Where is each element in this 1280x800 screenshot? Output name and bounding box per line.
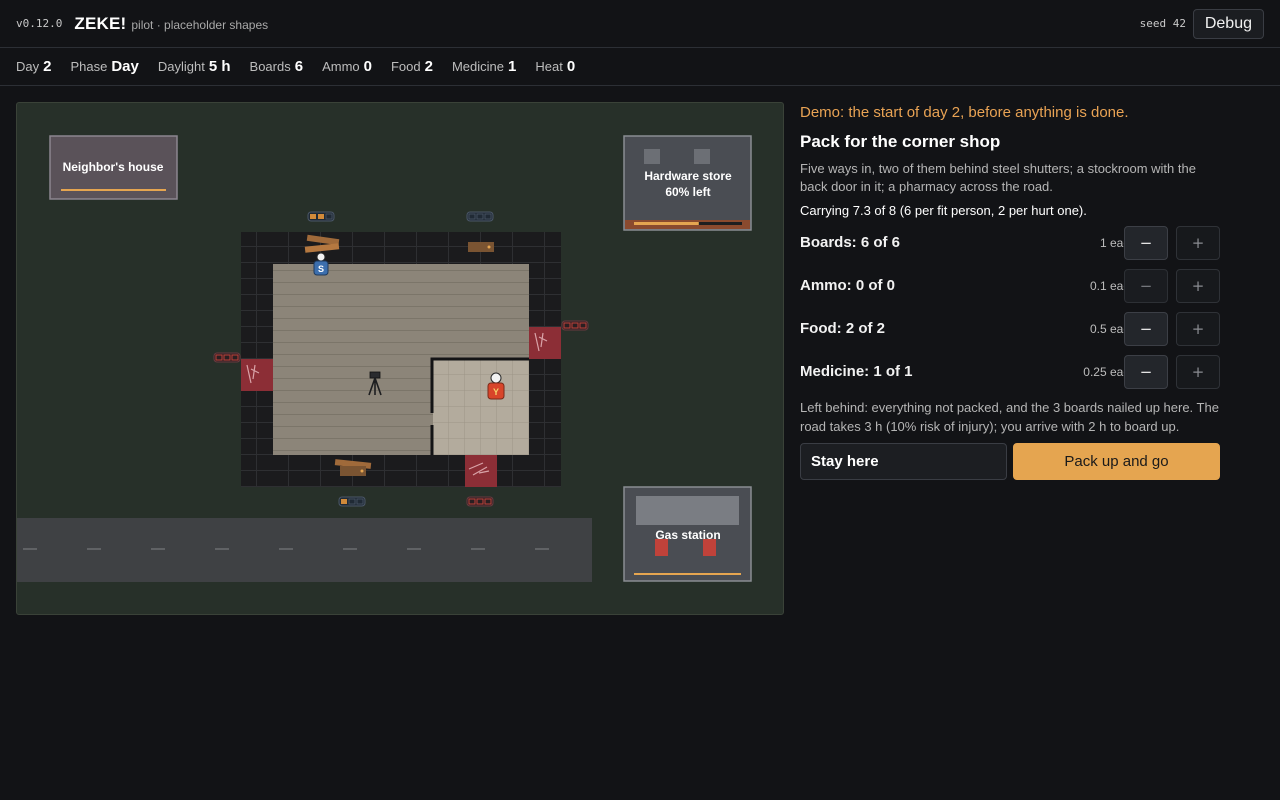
stat-ammo: Ammo 0 xyxy=(322,58,372,75)
pack-item-medicine: Medicine: 1 of 1 0.25 each − + xyxy=(800,351,1220,394)
pack-item-boards: Boards: 6 of 6 1 each − + xyxy=(800,222,1220,265)
road xyxy=(17,518,592,582)
entry-indicator-north-2 xyxy=(466,211,494,222)
survivor-y-label: Y xyxy=(493,387,499,397)
stat-value: 1 xyxy=(508,58,517,75)
ammo-increase-button[interactable]: + xyxy=(1176,269,1220,303)
stat-label: Day xyxy=(16,59,40,74)
pack-item-ammo: Ammo: 0 of 0 0.1 each − + xyxy=(800,265,1220,308)
medicine-decrease-button[interactable]: − xyxy=(1124,355,1168,389)
boards-decrease-button[interactable]: − xyxy=(1124,226,1168,260)
stat-boards: Boards 6 xyxy=(250,58,304,75)
entry-indicator-south-1 xyxy=(338,496,366,507)
stat-value: 5 h xyxy=(208,58,231,75)
carry-capacity: Carrying 7.3 of 8 (6 per fit person, 2 p… xyxy=(800,203,1087,218)
item-label: Ammo: 0 of 0 xyxy=(800,277,896,294)
stockroom-floor xyxy=(433,359,529,455)
seed-label: seed 42 xyxy=(1139,17,1186,30)
demo-notice: Demo: the start of day 2, before anythin… xyxy=(800,104,1129,121)
food-decrease-button[interactable]: − xyxy=(1124,312,1168,346)
stat-daylight: Daylight 5 h xyxy=(158,58,231,75)
stat-label: Ammo xyxy=(322,59,360,74)
item-label: Medicine: 1 of 1 xyxy=(800,363,913,380)
stat-label: Phase xyxy=(70,59,108,74)
status-bar: Day 2 Phase Day Daylight 5 h Boards 6 Ammo 0 … xyxy=(0,48,1280,86)
stat-value: 0 xyxy=(566,58,576,75)
door-north[interactable] xyxy=(468,242,494,252)
shelter-building xyxy=(241,232,561,487)
game-map[interactable]: S Y Neighbor's house Hardware store 60% … xyxy=(16,102,784,615)
breach-south[interactable] xyxy=(465,455,497,487)
stat-value: Day xyxy=(111,58,139,75)
item-label: Boards: 6 of 6 xyxy=(800,234,901,251)
panel-title: Pack for the corner shop xyxy=(800,132,1001,151)
hardware-store-stock: 60% left xyxy=(665,185,710,199)
stat-value: 2 xyxy=(424,58,433,75)
neighbors-house-label: Neighbor's house xyxy=(63,160,164,174)
stat-value: 2 xyxy=(43,58,52,75)
top-bar: v0.12.0 ZEKE! pilot · placeholder shapes… xyxy=(0,0,1280,48)
medicine-increase-button[interactable]: + xyxy=(1176,355,1220,389)
gas-station-label: Gas station xyxy=(655,528,720,542)
stat-heat: Heat 0 xyxy=(535,58,575,75)
debug-button[interactable]: Debug xyxy=(1192,9,1264,39)
left-behind-note: Left behind: everything not packed, and … xyxy=(800,400,1219,434)
stat-value: 0 xyxy=(363,58,372,75)
map-canvas: S Y Neighbor's house Hardware store 60% … xyxy=(17,135,752,582)
version-label: v0.12.0 xyxy=(16,17,63,30)
action-buttons: Stay here Pack up and go xyxy=(800,443,1220,481)
entry-indicator-east xyxy=(561,320,589,331)
app-title: ZEKE! xyxy=(74,13,127,33)
entry-indicator-west xyxy=(213,352,241,363)
stay-here-button[interactable]: Stay here xyxy=(800,443,1007,480)
hardware-store-label: Hardware store xyxy=(644,169,732,183)
breach-east[interactable] xyxy=(529,327,561,359)
location-hardware-store[interactable] xyxy=(623,135,752,231)
stat-medicine: Medicine 1 xyxy=(452,58,516,75)
pack-items: Boards: 6 of 6 1 each − + Ammo: 0 of 0 0… xyxy=(800,222,1220,394)
stat-label: Boards xyxy=(249,59,291,74)
pack-panel: Demo: the start of day 2, before anythin… xyxy=(800,102,1220,481)
survivor-s-label: S xyxy=(318,264,324,274)
stat-label: Heat xyxy=(535,59,563,74)
pack-up-and-go-button[interactable]: Pack up and go xyxy=(1013,443,1220,480)
destination-description: Five ways in, two of them behind steel s… xyxy=(800,161,1196,194)
stat-label: Daylight xyxy=(157,59,205,74)
stat-food: Food 2 xyxy=(391,58,433,75)
breach-west[interactable] xyxy=(241,359,273,391)
boards-increase-button[interactable]: + xyxy=(1176,226,1220,260)
food-increase-button[interactable]: + xyxy=(1176,312,1220,346)
app-subtitle: pilot · placeholder shapes xyxy=(131,18,269,32)
entry-indicator-south-2 xyxy=(466,496,494,507)
stat-label: Medicine xyxy=(451,59,504,74)
entry-indicator-north-1 xyxy=(307,211,335,222)
pack-item-food: Food: 2 of 2 0.5 each − + xyxy=(800,308,1220,351)
stat-phase: Phase Day xyxy=(70,58,138,75)
stat-label: Food xyxy=(390,59,421,74)
ammo-decrease-button[interactable]: − xyxy=(1124,269,1168,303)
stat-day: Day 2 xyxy=(16,58,51,75)
item-label: Food: 2 of 2 xyxy=(800,320,885,337)
stat-value: 6 xyxy=(294,58,304,75)
